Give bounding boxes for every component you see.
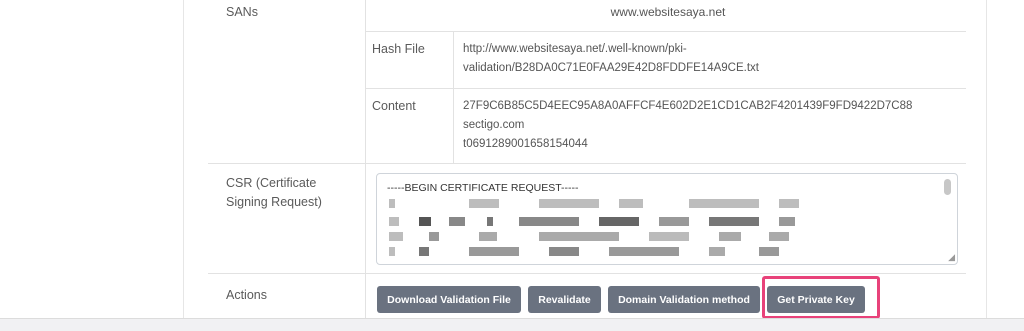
hash-file-value-line2: validation/B28DA0C71E0FAA29E42D8FDDFE14A… <box>463 62 759 74</box>
row-divider-sans <box>365 31 966 32</box>
table-divider-sub <box>453 31 454 163</box>
row-divider-content <box>208 163 966 164</box>
sans-label: SANs <box>226 5 258 19</box>
csr-blurred-line <box>389 217 829 226</box>
content-hash: 27F9C6B85C5D4EEC95A8A0AFFCF4E602D2E1CD1C… <box>463 100 913 112</box>
card-border-left <box>183 0 184 318</box>
csr-blurred-line <box>389 199 829 208</box>
csr-label-line1: CSR (Certificate <box>226 176 317 190</box>
csr-text: -----BEGIN CERTIFICATE REQUEST----- <box>387 182 579 194</box>
domain-validation-method-button[interactable]: Domain Validation method <box>608 286 760 313</box>
row-divider-csr <box>208 273 966 274</box>
download-validation-file-button[interactable]: Download Validation File <box>377 286 521 313</box>
actions-label: Actions <box>226 288 267 302</box>
hash-file-label: Hash File <box>372 42 425 56</box>
table-divider-main <box>365 0 366 318</box>
content-token: t0691289001658154044 <box>463 138 588 150</box>
csr-blurred-line <box>389 247 829 256</box>
csr-scrollbar[interactable] <box>944 179 951 195</box>
content-domain: sectigo.com <box>463 119 525 131</box>
page-margin <box>0 0 183 318</box>
content-label: Content <box>372 99 416 113</box>
bottom-edge <box>0 318 1024 331</box>
csr-blurred-line <box>389 232 829 241</box>
row-divider-hash <box>365 88 966 89</box>
sans-value: www.websitesaya.net <box>610 5 726 19</box>
csr-label-line2: Signing Request) <box>226 195 322 209</box>
highlight-box <box>762 276 880 319</box>
hash-file-value-line1: http://www.websitesaya.net/.well-known/p… <box>463 43 687 55</box>
card-border-right <box>986 0 987 318</box>
csr-textarea[interactable]: -----BEGIN CERTIFICATE REQUEST----- ◢ <box>376 173 958 265</box>
revalidate-button[interactable]: Revalidate <box>528 286 601 313</box>
resize-grip-icon[interactable]: ◢ <box>948 253 955 262</box>
